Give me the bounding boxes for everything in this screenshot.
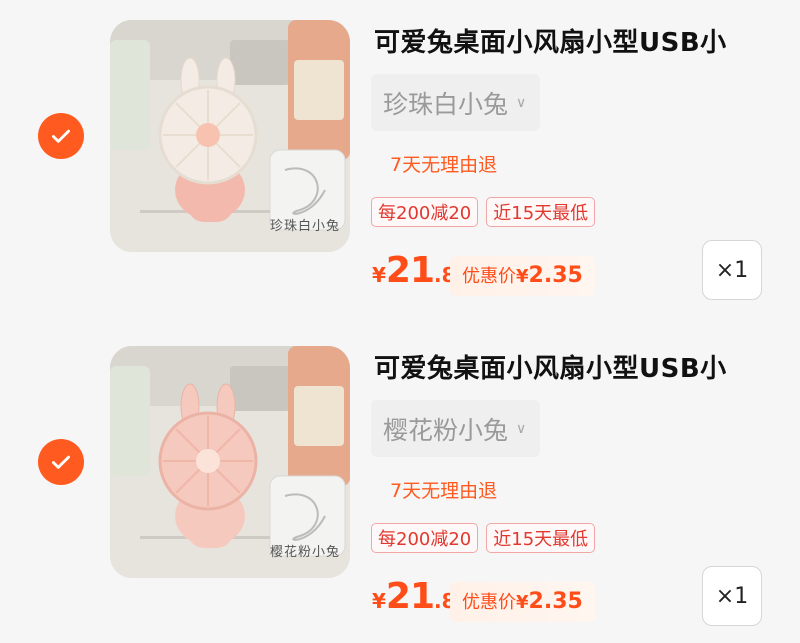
thumb-caption: 珍珠白小兔 — [269, 219, 340, 234]
promo-tags: 每200减20 近15天最低 — [371, 523, 596, 553]
variant-label: 珍珠白小兔 — [383, 89, 509, 119]
promo-tag: 每200减20 — [371, 197, 479, 227]
chevron-down-icon: ∨ — [516, 94, 527, 111]
cart-item: 珍珠白小兔 可爱兔桌面小风扇小型USB小 珍珠白小兔 ∨ 7天无理由退 每200… — [0, 0, 800, 300]
coupon-price: 优惠价 ¥ 2.35 — [450, 582, 595, 622]
product-title[interactable]: 可爱兔桌面小风扇小型USB小 — [374, 22, 794, 59]
cart-item: 樱花粉小兔 可爱兔桌面小风扇小型USB小 樱花粉小兔 ∨ 7天无理由退 每200… — [0, 326, 800, 626]
promo-tag: 近15天最低 — [486, 197, 596, 227]
product-title[interactable]: 可爱兔桌面小风扇小型USB小 — [374, 348, 794, 385]
returns-policy: 7天无理由退 — [390, 154, 498, 176]
variant-selector[interactable]: 珍珠白小兔 ∨ — [371, 74, 541, 131]
product-thumbnail[interactable]: 樱花粉小兔 — [110, 346, 350, 578]
item-checkbox[interactable] — [38, 439, 84, 485]
promo-tag: 每200减20 — [371, 523, 479, 553]
product-thumbnail[interactable]: 珍珠白小兔 — [110, 20, 350, 252]
price: ¥ 21 .8 — [372, 250, 456, 291]
price-currency: ¥ — [372, 589, 386, 613]
price-integer: 21 — [385, 250, 435, 291]
variant-selector[interactable]: 樱花粉小兔 ∨ — [371, 400, 541, 457]
variant-label: 樱花粉小兔 — [383, 415, 509, 445]
check-icon — [52, 129, 70, 143]
item-checkbox[interactable] — [38, 113, 84, 159]
price-integer: 21 — [385, 576, 435, 617]
quantity-button[interactable]: ×1 — [702, 240, 762, 300]
coupon-value: 2.35 — [528, 589, 583, 614]
price: ¥ 21 .8 — [372, 576, 456, 617]
coupon-label: 优惠价 — [462, 266, 516, 287]
coupon-label: 优惠价 — [462, 592, 516, 613]
coupon-currency: ¥ — [516, 592, 529, 613]
promo-tags: 每200减20 近15天最低 — [371, 197, 596, 227]
returns-policy: 7天无理由退 — [390, 480, 498, 502]
coupon-currency: ¥ — [516, 266, 529, 287]
thumb-caption: 樱花粉小兔 — [269, 545, 340, 560]
chevron-down-icon: ∨ — [516, 420, 527, 437]
coupon-price: 优惠价 ¥ 2.35 — [450, 256, 595, 296]
promo-tag: 近15天最低 — [486, 523, 596, 553]
check-icon — [52, 455, 70, 469]
coupon-value: 2.35 — [528, 263, 583, 288]
price-currency: ¥ — [372, 263, 386, 287]
quantity-button[interactable]: ×1 — [702, 566, 762, 626]
